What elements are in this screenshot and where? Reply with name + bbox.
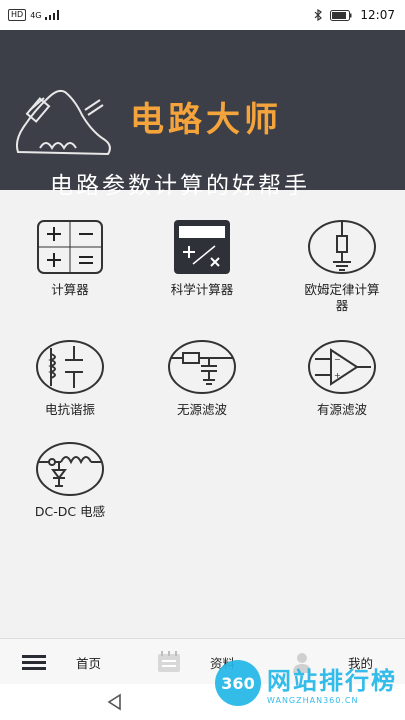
tool-label: 欧姆定律计算器 <box>304 282 380 313</box>
tool-reactance-resonance[interactable]: 电抗谐振 <box>10 338 130 418</box>
tool-label: 有源滤波 <box>316 402 367 417</box>
hd-badge: HD <box>8 9 27 21</box>
ohms-law-icon <box>308 220 376 274</box>
bluetooth-icon <box>314 9 323 21</box>
watermark-sub: WANGZHAN360.CN <box>267 696 359 705</box>
reactance-resonance-icon <box>36 340 104 394</box>
tool-label: 科学计算器 <box>170 282 234 297</box>
clock: 12:07 <box>360 8 395 22</box>
active-filter-icon: − + <box>308 340 376 394</box>
menu-icon <box>22 655 46 670</box>
status-left: HD 4G <box>8 9 63 21</box>
watermark: 360 网站排行榜 WANGZHAN360.CN <box>215 660 397 706</box>
watermark-main: 网站排行榜 <box>267 667 397 695</box>
tool-label: DC-DC 电感 <box>34 504 106 519</box>
tool-calculator[interactable]: 计算器 <box>10 218 130 298</box>
tool-label: 计算器 <box>51 282 89 297</box>
watermark-text: 网站排行榜 WANGZHAN360.CN <box>267 661 397 705</box>
tool-dcdc-inductor[interactable]: DC-DC 电感 <box>10 440 130 520</box>
app-banner: 电路大师 电路参数计算的好帮手 <box>0 30 405 199</box>
tool-scientific-calculator[interactable]: 科学计算器 <box>142 218 262 298</box>
tool-passive-filter[interactable]: 无源滤波 <box>142 338 262 418</box>
tool-active-filter[interactable]: − + 有源滤波 <box>282 338 402 418</box>
svg-text:−: − <box>334 355 341 364</box>
tool-label: 无源滤波 <box>176 402 227 417</box>
app-tagline: 电路参数计算的好帮手 <box>50 173 310 199</box>
passive-filter-icon <box>168 340 236 394</box>
app-title: 电路大师 <box>130 100 282 140</box>
basic-calculator-icon <box>37 220 103 274</box>
tool-label: 电抗谐振 <box>44 402 95 417</box>
tool-ohms-law[interactable]: 欧姆定律计算器 <box>282 218 402 314</box>
status-right: 12:07 <box>314 8 395 22</box>
battery-icon <box>330 9 352 21</box>
nav-home[interactable]: 首页 <box>20 639 101 685</box>
status-bar: HD 4G 12:07 <box>0 0 405 30</box>
document-icon <box>158 651 180 672</box>
dcdc-inductor-icon <box>36 442 104 496</box>
nav-home-label: 首页 <box>76 655 102 671</box>
signal-icon <box>45 10 60 20</box>
circuit-logo-icon <box>15 89 111 156</box>
watermark-badge: 360 <box>215 660 261 706</box>
svg-text:+: + <box>334 371 341 380</box>
back-icon[interactable] <box>106 693 124 711</box>
scientific-calculator-icon <box>174 220 230 274</box>
network-type: 4G <box>30 10 42 20</box>
